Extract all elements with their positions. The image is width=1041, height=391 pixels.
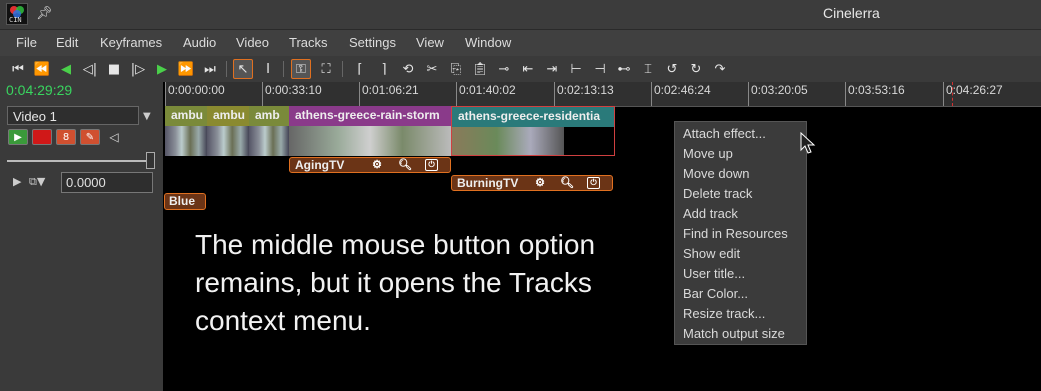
gang-track-icon[interactable]: 8 xyxy=(56,129,76,145)
draw-track-icon[interactable]: ✎ xyxy=(80,129,100,145)
prev-edit-icon[interactable]: ⊢ xyxy=(566,59,586,79)
menu-item-match-output-size[interactable]: Match output size xyxy=(683,326,785,341)
mute-track-icon[interactable]: ◁ xyxy=(104,129,124,145)
gear-icon[interactable]: ⚙ xyxy=(531,176,549,190)
goto-start-icon[interactable]: ⏮ xyxy=(8,59,28,79)
plugin-agingtv[interactable]: AgingTV ⚙ 🔍︎ ⏻ xyxy=(289,157,451,173)
goto-end-icon[interactable]: ⏭ xyxy=(200,59,220,79)
overlay-mode-icon[interactable]: ⧉▼ xyxy=(29,175,45,189)
window-title: Cinelerra xyxy=(823,5,880,21)
ruler-label: 0:02:46:24 xyxy=(654,83,711,97)
magnify-icon[interactable]: 🔍︎ xyxy=(558,176,576,190)
splice-icon[interactable]: ⟲ xyxy=(398,59,418,79)
copy-icon[interactable]: ⎘ xyxy=(446,59,466,79)
mouse-cursor-icon xyxy=(800,132,816,154)
playhead-marker[interactable] xyxy=(952,82,954,106)
menu-item-resize-track[interactable]: Resize track... xyxy=(683,306,765,321)
track-name-field[interactable]: Video 1 xyxy=(7,106,139,125)
time-ruler[interactable]: 0:00:00:00 0:00:33:10 0:01:06:21 0:01:40… xyxy=(165,82,1041,107)
ibeam-tool-icon[interactable]: I xyxy=(258,59,278,79)
power-icon[interactable]: ⏻ xyxy=(587,177,600,189)
menu-item-show-edit[interactable]: Show edit xyxy=(683,246,740,261)
label-icon[interactable]: ⊸ xyxy=(494,59,514,79)
next-label-icon[interactable]: ⇥ xyxy=(542,59,562,79)
fast-rewind-icon[interactable]: ⏪ xyxy=(32,59,52,79)
fade-slider-track[interactable] xyxy=(7,160,147,162)
caption-text: The middle mouse button option remains, … xyxy=(195,229,596,336)
next-edit-icon[interactable]: ⊣ xyxy=(590,59,610,79)
play-track-icon[interactable]: ▶ xyxy=(8,129,28,145)
magnify-icon[interactable]: 🔍︎ xyxy=(396,158,414,172)
menu-bar: File Edit Keyframes Audio Video Tracks S… xyxy=(0,30,1041,56)
fast-forward-icon[interactable]: ⏩ xyxy=(176,59,196,79)
menu-video[interactable]: Video xyxy=(236,35,269,50)
clip-ambu-1[interactable]: ambu xyxy=(165,106,207,156)
menu-item-attach-effect[interactable]: Attach effect... xyxy=(683,126,766,141)
redo-icon[interactable]: ↻ xyxy=(686,59,706,79)
track-value-field[interactable]: 0.0000 xyxy=(61,172,153,193)
menu-item-add-track[interactable]: Add track xyxy=(683,206,738,221)
menu-item-bar-color[interactable]: Bar Color... xyxy=(683,286,748,301)
track-patchbay: Video 1 ▼ ▶ 8 ✎ ◁ ▶ ⧉▼ 0.0000 xyxy=(5,106,163,391)
clip-athens-rain-storm[interactable]: athens-greece-rain-storm xyxy=(289,106,451,156)
ruler-label: 0:00:00:00 xyxy=(168,83,225,97)
current-time: 0:04:29:29 xyxy=(6,82,73,98)
menu-tracks[interactable]: Tracks xyxy=(289,35,328,50)
power-icon[interactable]: ⏻ xyxy=(425,159,438,171)
menu-keyframes[interactable]: Keyframes xyxy=(100,35,162,50)
ruler-label: 0:01:40:02 xyxy=(459,83,516,97)
fade-slider-knob[interactable] xyxy=(146,152,155,169)
plugin-blue[interactable]: Blue xyxy=(164,193,206,210)
clip-amb-3[interactable]: amb xyxy=(249,106,289,156)
arrow-tool-icon[interactable]: ↖ xyxy=(233,59,253,79)
menu-audio[interactable]: Audio xyxy=(183,35,216,50)
menu-item-move-down[interactable]: Move down xyxy=(683,166,749,181)
gang-icon[interactable]: ↷ xyxy=(710,59,730,79)
keyframe-toggle-icon[interactable]: ⚿ xyxy=(291,59,311,79)
stop-icon[interactable]: ■ xyxy=(104,59,124,79)
clip-ambu-2[interactable]: ambu xyxy=(207,106,249,156)
undo-icon[interactable]: ↺ xyxy=(662,59,682,79)
menu-settings[interactable]: Settings xyxy=(349,35,396,50)
menu-item-user-title[interactable]: User title... xyxy=(683,266,745,281)
in-point-icon[interactable]: ⌈ xyxy=(350,59,370,79)
menu-window[interactable]: Window xyxy=(465,35,511,50)
frame-forward-icon[interactable]: |▷ xyxy=(128,59,148,79)
transport-toolbar: ⏮ ⏪ ◀ ◁| ■ |▷ ▶ ⏩ ⏭ ↖ I ⚿ ⛶ ⌈ ⌉ ⟲ ✂ ⎘ 📋︎… xyxy=(0,56,1041,82)
menu-item-delete-track[interactable]: Delete track xyxy=(683,186,752,201)
ruler-label: 0:01:06:21 xyxy=(362,83,419,97)
ruler-label: 0:02:13:13 xyxy=(557,83,614,97)
plugin-burningtv[interactable]: BurningTV ⚙ 🔍︎ ⏻ xyxy=(451,175,613,191)
cut-icon[interactable]: ✂ xyxy=(422,59,442,79)
pin-icon[interactable]: 📌︎ xyxy=(36,6,53,21)
menu-file[interactable]: File xyxy=(16,35,37,50)
paste-icon[interactable]: 📋︎ xyxy=(470,59,490,79)
fit-autos-icon[interactable]: ⌶ xyxy=(638,59,658,79)
expand-track-icon[interactable]: ▼ xyxy=(143,111,151,122)
out-point-icon[interactable]: ⌉ xyxy=(374,59,394,79)
app-logo-icon: CIN xyxy=(6,3,28,25)
ruler-label: 0:03:20:05 xyxy=(751,83,808,97)
prev-label-icon[interactable]: ⇤ xyxy=(518,59,538,79)
title-bar: CIN 📌︎ Cinelerra xyxy=(0,0,1041,30)
ruler-label: 0:04:26:27 xyxy=(946,83,1003,97)
play-reverse-icon[interactable]: ◀ xyxy=(56,59,76,79)
lock-labels-icon[interactable]: ⛶ xyxy=(316,59,336,79)
ruler-label: 0:03:53:16 xyxy=(848,83,905,97)
menu-item-find-resources[interactable]: Find in Resources xyxy=(683,226,788,241)
ruler-label: 0:00:33:10 xyxy=(265,83,322,97)
expand-arrow-icon[interactable]: ▶ xyxy=(13,175,21,188)
menu-window-view[interactable]: View xyxy=(416,35,444,50)
menu-item-move-up[interactable]: Move up xyxy=(683,146,733,161)
clip-athens-residential[interactable]: athens-greece-residentia xyxy=(451,106,615,156)
play-icon[interactable]: ▶ xyxy=(152,59,172,79)
fit-selection-icon[interactable]: ⊷ xyxy=(614,59,634,79)
frame-back-icon[interactable]: ◁| xyxy=(80,59,100,79)
tracks-context-menu: Attach effect... Move up Move down Delet… xyxy=(674,121,807,345)
record-track-icon[interactable] xyxy=(32,129,52,145)
gear-icon[interactable]: ⚙ xyxy=(368,158,386,172)
menu-edit[interactable]: Edit xyxy=(56,35,78,50)
